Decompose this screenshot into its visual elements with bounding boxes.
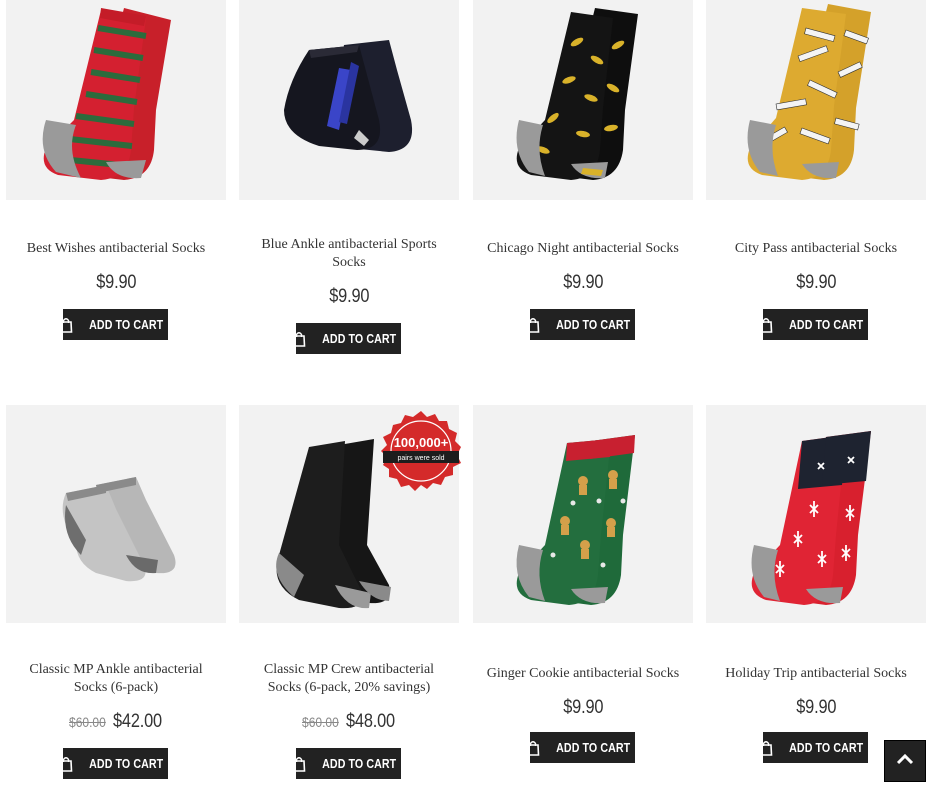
add-to-cart-button[interactable]: ADD TO CART bbox=[63, 748, 168, 779]
shopping-bag-icon bbox=[526, 740, 540, 756]
price-row: $9.90 bbox=[239, 286, 459, 308]
price-row: $9.90 bbox=[6, 272, 226, 294]
product-title[interactable]: Chicago Night antibacterial Socks bbox=[481, 240, 685, 258]
scroll-to-top-button[interactable] bbox=[884, 740, 926, 782]
product-card: Chicago Night antibacterial Socks $9.90 … bbox=[473, 0, 693, 390]
shopping-bag-icon bbox=[59, 756, 73, 772]
add-to-cart-label: ADD TO CART bbox=[322, 756, 396, 771]
add-to-cart-label: ADD TO CART bbox=[556, 317, 630, 332]
badge-caption: pairs were sold bbox=[397, 455, 444, 462]
product-card: Blue Ankle antibacterial Sports Socks $9… bbox=[239, 0, 459, 390]
shopping-bag-icon bbox=[292, 756, 306, 772]
black-blue-ankle-socks-image bbox=[239, 0, 459, 200]
product-image[interactable] bbox=[6, 405, 226, 623]
product-card: Ginger Cookie antibacterial Socks $9.90 … bbox=[473, 405, 693, 795]
price-row: $9.90 bbox=[473, 697, 693, 719]
product-title[interactable]: Best Wishes antibacterial Socks bbox=[14, 240, 218, 258]
product-price: $9.90 bbox=[329, 286, 369, 308]
add-to-cart-button[interactable]: ADD TO CART bbox=[763, 732, 868, 763]
green-gingerbread-socks-image bbox=[473, 405, 693, 623]
product-image[interactable] bbox=[6, 0, 226, 200]
product-card: City Pass antibacterial Socks $9.90 ADD … bbox=[706, 0, 926, 390]
price-row: $60.00 $48.00 bbox=[239, 711, 459, 733]
product-price: $9.90 bbox=[796, 697, 836, 719]
sold-count-badge: 100,000+ pairs were sold bbox=[379, 409, 463, 493]
shopping-bag-icon bbox=[759, 740, 773, 756]
shopping-bag-icon bbox=[759, 317, 773, 333]
product-price: $9.90 bbox=[96, 272, 136, 294]
mustard-ticket-socks-image bbox=[706, 0, 926, 200]
product-card: Holiday Trip antibacterial Socks $9.90 A… bbox=[706, 405, 926, 795]
grey-ankle-socks-image bbox=[6, 405, 226, 623]
product-card: Classic MP Ankle antibacterial Socks (6-… bbox=[6, 405, 226, 795]
price-row: $9.90 bbox=[473, 272, 693, 294]
red-navy-plane-socks-image bbox=[706, 405, 926, 623]
product-price: $9.90 bbox=[563, 697, 603, 719]
add-to-cart-button[interactable]: ADD TO CART bbox=[296, 323, 401, 354]
original-price: $60.00 bbox=[69, 714, 106, 730]
product-title[interactable]: Classic MP Crew antibacterial Socks (6-p… bbox=[247, 661, 451, 697]
product-image[interactable] bbox=[473, 405, 693, 623]
add-to-cart-label: ADD TO CART bbox=[556, 740, 630, 755]
product-price: $9.90 bbox=[796, 272, 836, 294]
add-to-cart-button[interactable]: ADD TO CART bbox=[63, 309, 168, 340]
add-to-cart-button[interactable]: ADD TO CART bbox=[530, 309, 635, 340]
add-to-cart-button[interactable]: ADD TO CART bbox=[763, 309, 868, 340]
price-row: $60.00 $42.00 bbox=[6, 711, 226, 733]
product-title[interactable]: Classic MP Ankle antibacterial Socks (6-… bbox=[14, 661, 218, 697]
price-row: $9.90 bbox=[706, 272, 926, 294]
product-price: $42.00 bbox=[113, 711, 162, 733]
product-title[interactable]: Blue Ankle antibacterial Sports Socks bbox=[247, 236, 451, 272]
chevron-up-icon bbox=[896, 752, 914, 770]
add-to-cart-label: ADD TO CART bbox=[322, 331, 396, 346]
add-to-cart-label: ADD TO CART bbox=[89, 756, 163, 771]
product-image[interactable] bbox=[706, 405, 926, 623]
add-to-cart-label: ADD TO CART bbox=[89, 317, 163, 332]
product-image[interactable] bbox=[473, 0, 693, 200]
shopping-bag-icon bbox=[59, 317, 73, 333]
product-image[interactable] bbox=[706, 0, 926, 200]
product-title[interactable]: Ginger Cookie antibacterial Socks bbox=[481, 665, 685, 683]
original-price: $60.00 bbox=[302, 714, 339, 730]
black-yellow-socks-image bbox=[473, 0, 693, 200]
red-green-striped-socks-image bbox=[6, 0, 226, 200]
product-title[interactable]: Holiday Trip antibacterial Socks bbox=[714, 665, 918, 683]
shopping-bag-icon bbox=[526, 317, 540, 333]
product-price: $9.90 bbox=[563, 272, 603, 294]
badge-count: 100,000+ bbox=[394, 435, 449, 450]
product-card: 100,000+ pairs were sold Classic MP Crew… bbox=[239, 405, 459, 795]
add-to-cart-button[interactable]: ADD TO CART bbox=[530, 732, 635, 763]
product-price: $48.00 bbox=[346, 711, 395, 733]
product-card: Best Wishes antibacterial Socks $9.90 AD… bbox=[6, 0, 226, 390]
add-to-cart-label: ADD TO CART bbox=[789, 740, 863, 755]
product-image[interactable] bbox=[239, 0, 459, 200]
shopping-bag-icon bbox=[292, 331, 306, 347]
product-title[interactable]: City Pass antibacterial Socks bbox=[714, 240, 918, 258]
add-to-cart-label: ADD TO CART bbox=[789, 317, 863, 332]
price-row: $9.90 bbox=[706, 697, 926, 719]
add-to-cart-button[interactable]: ADD TO CART bbox=[296, 748, 401, 779]
